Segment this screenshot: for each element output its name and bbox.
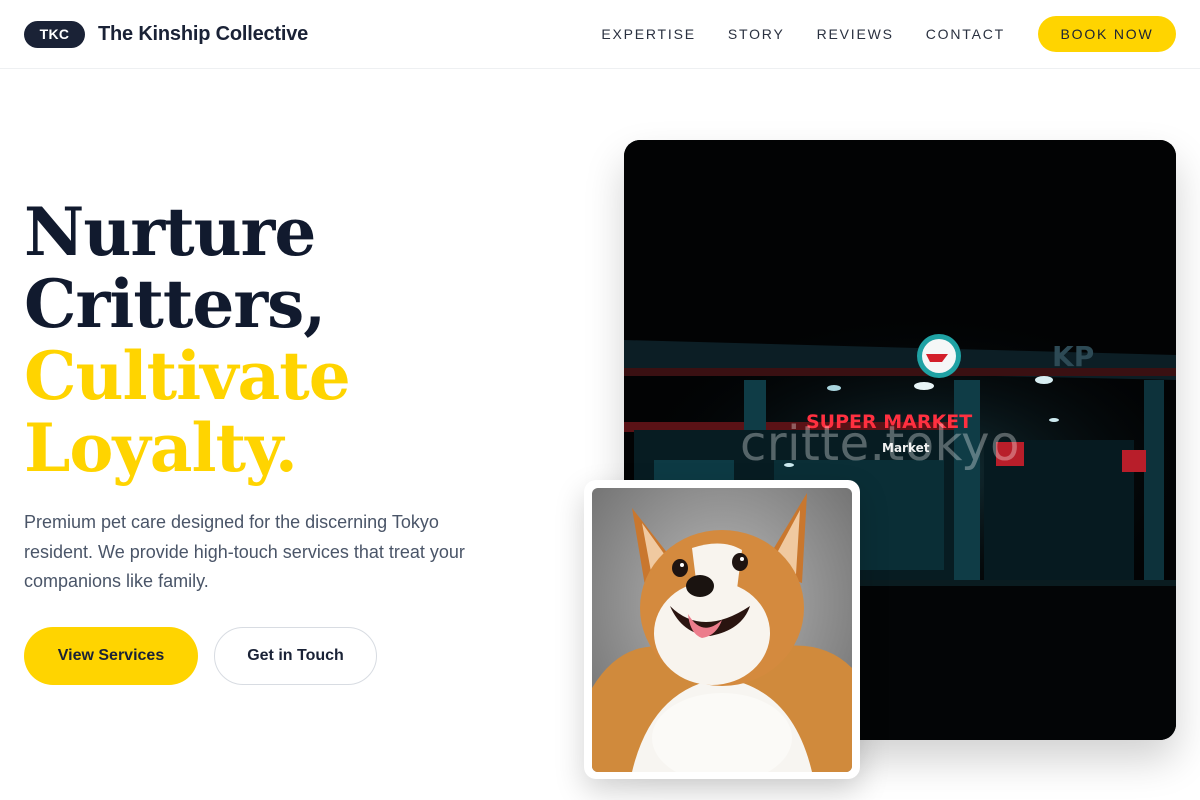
main-nav: EXPERTISE STORY REVIEWS CONTACT [601,26,1005,42]
store-corner-text: KP [1052,340,1094,373]
corgi-illustration [592,488,852,772]
book-now-button[interactable]: BOOK NOW [1038,16,1176,52]
headline-line-4: Loyalty. [24,409,298,487]
site-header: TKC The Kinship Collective EXPERTISE STO… [0,0,1200,69]
logo-badge[interactable]: TKC [24,20,85,48]
hero-headline: Nurture Critters, Cultivate Loyalty. [24,193,351,487]
headline-line-1: Nurture [24,193,316,271]
nav-link-contact[interactable]: CONTACT [926,26,1005,42]
nav-link-reviews[interactable]: REVIEWS [817,26,894,42]
nav-link-story[interactable]: STORY [728,26,785,42]
corgi-photo [592,488,852,772]
hero-description: Premium pet care designed for the discer… [24,512,465,591]
dog-photo-card [584,480,860,779]
nav-link-expertise[interactable]: EXPERTISE [601,26,696,42]
headline-line-2: Critters, [24,265,326,343]
brand-name[interactable]: The Kinship Collective [98,23,308,46]
image-watermark: critte.tokyo [740,416,1020,472]
headline-line-3: Cultivate [24,337,351,415]
view-services-button[interactable]: View Services [24,627,198,685]
get-in-touch-button[interactable]: Get in Touch [214,627,377,685]
